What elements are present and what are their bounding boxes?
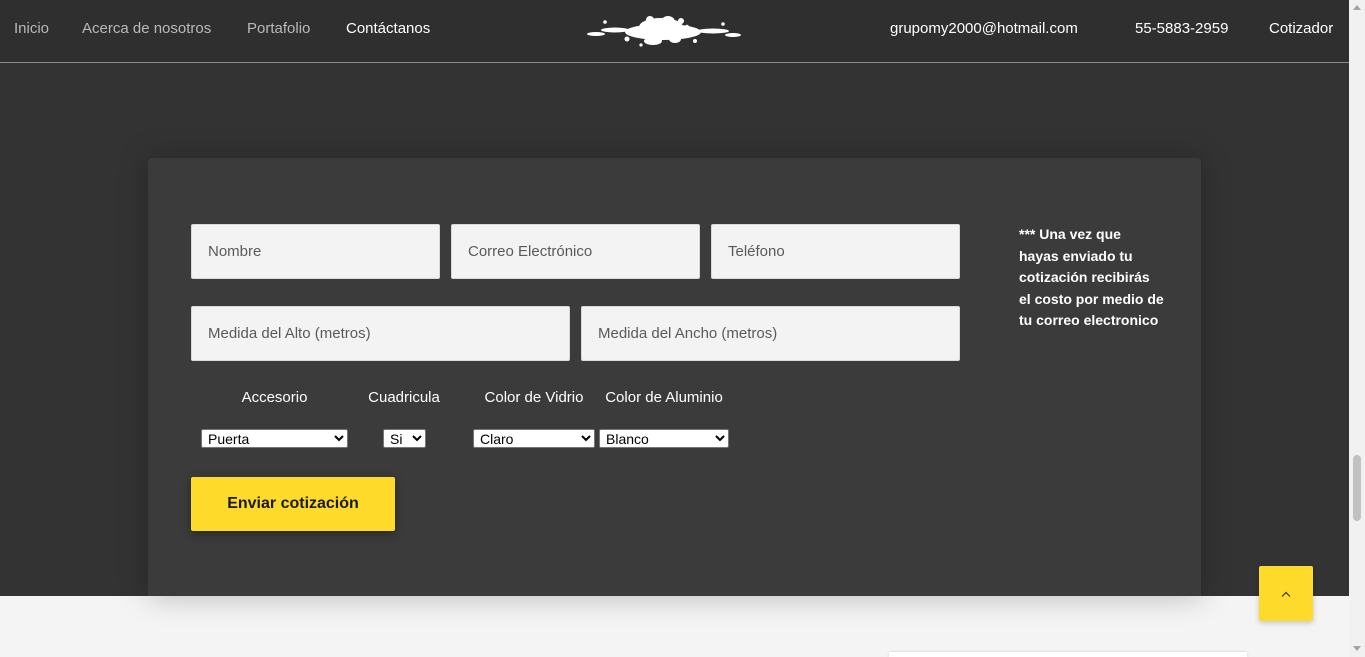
color-vidrio-label: Color de Vidrio <box>484 389 584 406</box>
nav-link-portafolio[interactable]: Portafolio <box>247 20 310 37</box>
nav-link-inicio[interactable]: Inicio <box>14 20 49 37</box>
nav-link-acerca[interactable]: Acerca de nosotros <box>82 20 211 37</box>
footer-panel <box>889 652 1247 657</box>
accesorio-label: Accesorio <box>241 389 308 406</box>
quote-info-note: *** Una vez que hayas enviado tu cotizac… <box>1019 226 1164 329</box>
splash-logo[interactable] <box>583 12 743 50</box>
email-field[interactable] <box>451 224 700 279</box>
scroll-down-arrow-icon[interactable] <box>1353 646 1361 651</box>
phone-field[interactable] <box>711 224 960 279</box>
cuadricula-label: Cuadricula <box>368 389 440 406</box>
cuadricula-select[interactable]: Si <box>383 429 426 448</box>
nav-link-contactanos[interactable]: Contáctanos <box>346 20 430 37</box>
send-quote-button[interactable]: Enviar cotización <box>191 477 395 531</box>
height-field[interactable] <box>191 306 570 361</box>
color-vidrio-select[interactable]: Claro <box>473 429 595 448</box>
chevron-up-icon <box>1281 591 1291 597</box>
page-scrollbar[interactable] <box>1349 0 1365 657</box>
scroll-to-top-button[interactable] <box>1259 566 1313 621</box>
color-aluminio-select[interactable]: Blanco <box>599 429 729 448</box>
name-field[interactable] <box>191 224 440 279</box>
scrollbar-thumb[interactable] <box>1353 455 1361 521</box>
color-aluminio-label: Color de Aluminio <box>605 389 723 406</box>
accesorio-select[interactable]: Puerta <box>201 429 348 448</box>
top-navigation-bar: Inicio Acerca de nosotros Portafolio Con… <box>0 0 1349 63</box>
nav-link-cotizador[interactable]: Cotizador <box>1269 20 1333 37</box>
width-field[interactable] <box>581 306 960 361</box>
contact-email[interactable]: grupomy2000@hotmail.com <box>890 20 1078 37</box>
scroll-up-arrow-icon[interactable] <box>1353 5 1361 10</box>
contact-phone[interactable]: 55-5883-2959 <box>1135 20 1228 37</box>
